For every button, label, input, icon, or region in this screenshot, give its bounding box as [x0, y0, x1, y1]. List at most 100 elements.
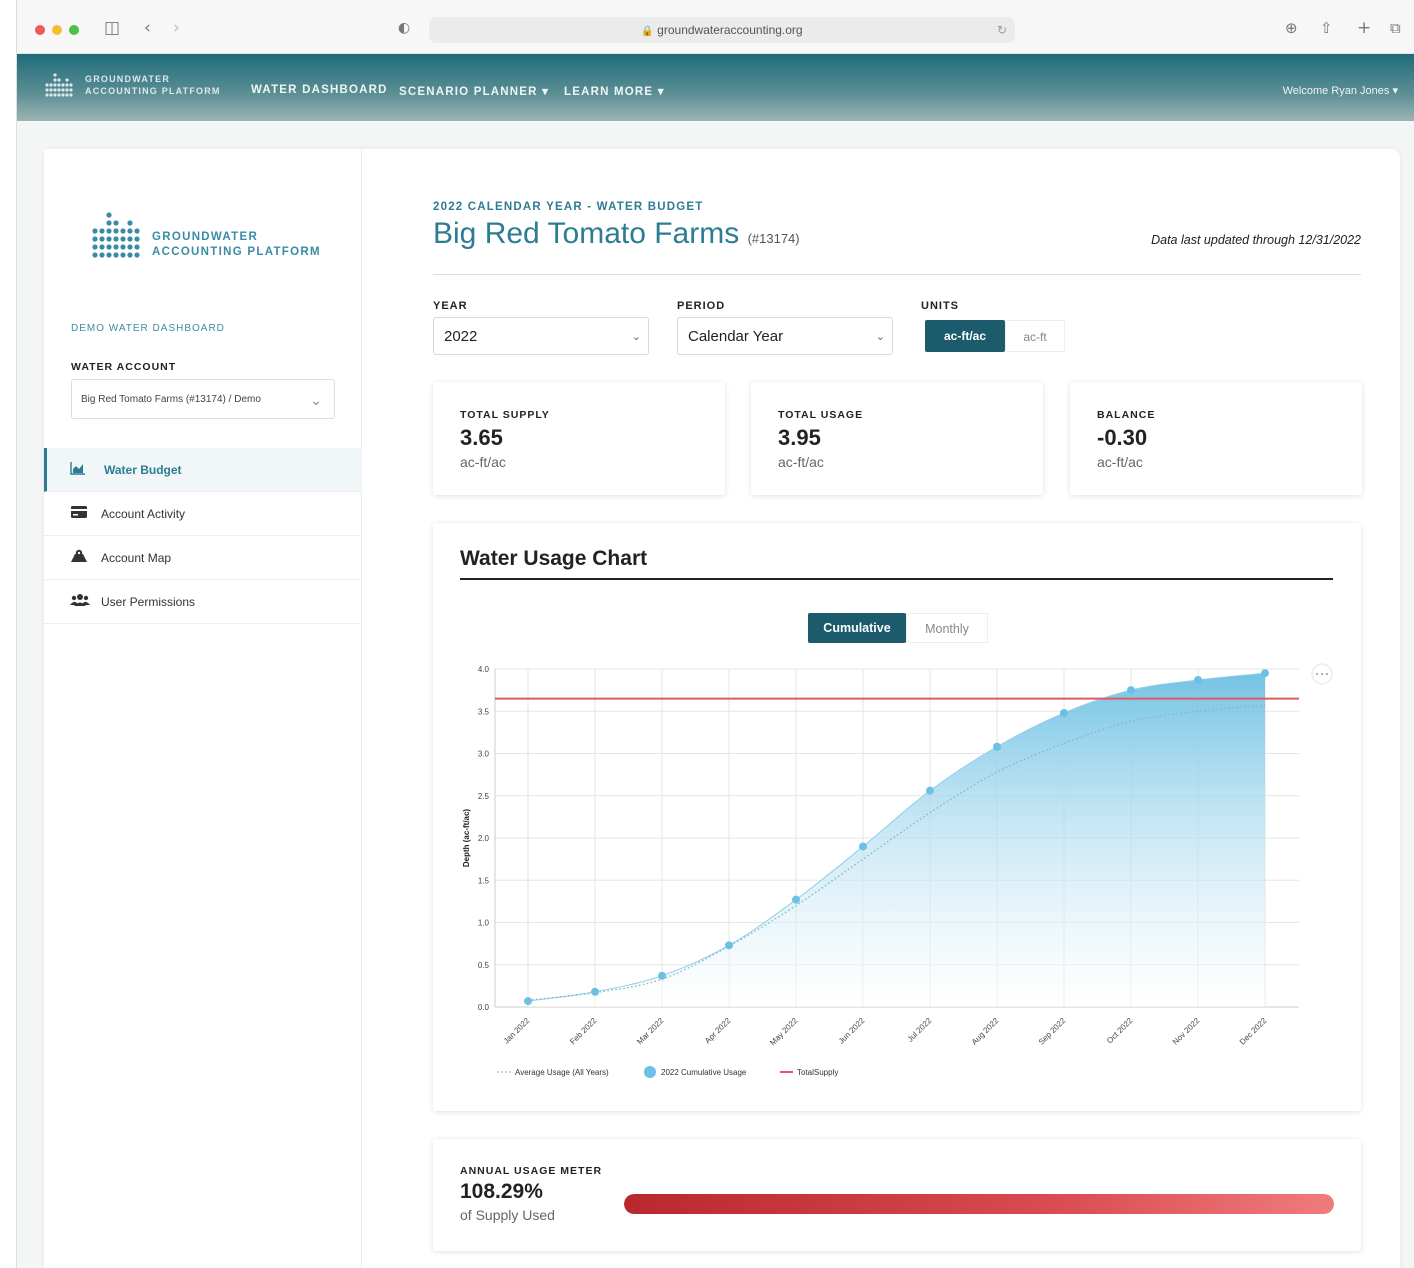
- window-close-button[interactable]: [35, 25, 45, 35]
- x-tick-label: Jun 2022: [837, 1016, 867, 1046]
- card-label: TOTAL USAGE: [778, 409, 864, 421]
- balance-card: BALANCE -0.30 ac-ft/ac: [1070, 382, 1362, 495]
- unit-ac-ft-ac-button[interactable]: ac-ft/ac: [925, 320, 1005, 352]
- cumulative-usage-point: [926, 786, 934, 795]
- header-divider: [433, 274, 1361, 275]
- map-marker-icon: [70, 549, 88, 565]
- year-label: YEAR: [433, 300, 468, 312]
- y-tick-label: 2.0: [478, 834, 490, 843]
- cumulative-usage-point: [792, 895, 800, 904]
- brand-line-2: ACCOUNTING PLATFORM: [85, 86, 221, 96]
- cumulative-usage-point: [524, 997, 532, 1006]
- sidebar-logo-line-2: ACCOUNTING PLATFORM: [152, 246, 321, 258]
- top-nav: GROUNDWATER ACCOUNTING PLATFORM WATER DA…: [17, 54, 1414, 121]
- water-account-select[interactable]: Big Red Tomato Farms (#13174) / Demo ⌄: [71, 379, 335, 419]
- unit-ac-ft-button[interactable]: ac-ft: [1005, 320, 1065, 352]
- x-tick-label: Jan 2022: [502, 1016, 532, 1046]
- sidebar-item-account-activity[interactable]: Account Activity: [44, 492, 362, 536]
- reload-icon[interactable]: ↻: [997, 17, 1007, 43]
- water-usage-chart-card: Water Usage Chart Cumulative Monthly 0.0…: [433, 523, 1361, 1111]
- sidebar-item-label: Water Budget: [104, 463, 182, 477]
- period-label: PERIOD: [677, 300, 726, 312]
- nav-learn-more[interactable]: LEARN MORE ▾: [564, 84, 665, 98]
- cumulative-usage-point: [859, 842, 867, 851]
- x-tick-label: Oct 2022: [1105, 1016, 1135, 1046]
- users-icon: [70, 593, 90, 609]
- caret-down-icon: ▾: [1392, 85, 1398, 97]
- year-value: 2022: [444, 328, 478, 345]
- sidebar-item-label: User Permissions: [101, 595, 196, 609]
- credit-card-icon: [70, 505, 88, 521]
- meter-value: 108.29%: [460, 1180, 543, 1203]
- y-tick-label: 0.5: [478, 961, 490, 970]
- users-icon-svg: [70, 594, 90, 606]
- data-updated-text: Data last updated through 12/31/2022: [1151, 233, 1361, 247]
- share-icon[interactable]: ⇧: [1320, 18, 1333, 38]
- sidebar-logo-icon: [92, 212, 140, 258]
- nav-learn-more-label: LEARN MORE: [564, 86, 654, 98]
- x-tick-label: Sep 2022: [1037, 1016, 1068, 1047]
- sidebar-item-water-budget[interactable]: Water Budget: [44, 448, 362, 492]
- nav-scenario-planner-label: SCENARIO PLANNER: [399, 86, 538, 98]
- sidebar-item-account-map[interactable]: Account Map: [44, 536, 362, 580]
- cumulative-usage-point: [1060, 708, 1068, 717]
- logo-icon[interactable]: [45, 72, 75, 100]
- browser-toolbar: ◫ ‹ › ◐ 🔒 groundwateraccounting.org ↻ ⊕ …: [17, 0, 1414, 54]
- x-tick-label: May 2022: [768, 1016, 800, 1048]
- tab-overview-icon[interactable]: ⧉: [1390, 18, 1401, 38]
- brand-name[interactable]: GROUNDWATER ACCOUNTING PLATFORM: [85, 73, 221, 97]
- welcome-text: Welcome Ryan Jones: [1282, 85, 1390, 97]
- sidebar-item-label: Account Map: [101, 551, 172, 565]
- cumulative-usage-point: [725, 941, 733, 950]
- download-icon[interactable]: ⊕: [1285, 18, 1298, 38]
- sidebar-item-user-permissions[interactable]: User Permissions: [44, 580, 362, 624]
- credit-card-icon-svg: [71, 506, 87, 518]
- legend-label-supply: TotalSupply: [797, 1068, 838, 1077]
- y-tick-label: 1.5: [478, 876, 490, 885]
- x-tick-label: Aug 2022: [970, 1016, 1001, 1047]
- sidebar-logo-line-1: GROUNDWATER: [152, 231, 259, 243]
- caret-down-icon: ▾: [657, 86, 665, 98]
- legend-label-cumulative: 2022 Cumulative Usage: [661, 1068, 747, 1077]
- legend-swatch-cumulative: [644, 1066, 656, 1078]
- chart-area-icon: [70, 461, 88, 477]
- back-icon[interactable]: ‹: [144, 18, 151, 38]
- usage-meter-bar: [624, 1194, 1334, 1214]
- period-select[interactable]: Calendar Year ⌄: [677, 317, 893, 355]
- page-title: Big Red Tomato Farms (#13174): [433, 217, 800, 251]
- window-minimize-button[interactable]: [52, 25, 62, 35]
- sidebar-toggle-icon[interactable]: ◫: [104, 18, 120, 38]
- nav-scenario-planner[interactable]: SCENARIO PLANNER ▾: [399, 84, 549, 98]
- legend-label-average: Average Usage (All Years): [515, 1068, 609, 1077]
- x-tick-label: Jul 2022: [906, 1016, 934, 1044]
- y-tick-label: 0.0: [478, 1003, 490, 1012]
- new-tab-icon[interactable]: +: [1357, 18, 1371, 38]
- sidebar: GROUNDWATER ACCOUNTING PLATFORM DEMO WAT…: [44, 149, 362, 1268]
- water-account-label: WATER ACCOUNT: [71, 361, 177, 373]
- water-account-value: Big Red Tomato Farms (#13174) / Demo: [81, 394, 261, 405]
- y-tick-label: 4.0: [478, 665, 490, 674]
- forward-icon[interactable]: ›: [173, 18, 180, 38]
- card-value: 3.65: [460, 425, 503, 450]
- nav-water-dashboard[interactable]: WATER DASHBOARD: [251, 84, 388, 96]
- privacy-shield-icon[interactable]: ◐: [398, 18, 410, 38]
- chart-area-icon-svg: [70, 462, 85, 475]
- demo-dashboard-label: DEMO WATER DASHBOARD: [71, 323, 225, 334]
- total-supply-card: TOTAL SUPPLY 3.65 ac-ft/ac: [433, 382, 725, 495]
- window-zoom-button[interactable]: [69, 25, 79, 35]
- ellipsis-icon-dot: [1326, 673, 1328, 675]
- user-menu[interactable]: Welcome Ryan Jones ▾: [1283, 84, 1398, 97]
- usage-meter-fill: [624, 1194, 1334, 1214]
- period-value: Calendar Year: [688, 328, 784, 345]
- brand-line-1: GROUNDWATER: [85, 74, 171, 84]
- page-eyebrow: 2022 CALENDAR YEAR - WATER BUDGET: [433, 201, 704, 213]
- water-usage-chart: 0.0 0.5 1.0 1.5 2.0 2.5 3.0 3.5 4.0 Jan 2022 Feb 2…: [462, 663, 1333, 1078]
- ellipsis-icon-dot: [1316, 673, 1318, 675]
- year-select[interactable]: 2022 ⌄: [433, 317, 649, 355]
- x-tick-label: Dec 2022: [1238, 1016, 1269, 1047]
- sidebar-logo-text: GROUNDWATER ACCOUNTING PLATFORM: [152, 230, 321, 260]
- cumulative-usage-point: [1194, 675, 1202, 684]
- card-unit: ac-ft/ac: [460, 454, 506, 470]
- card-value: -0.30: [1097, 425, 1148, 450]
- address-bar[interactable]: 🔒 groundwateraccounting.org ↻: [429, 17, 1015, 43]
